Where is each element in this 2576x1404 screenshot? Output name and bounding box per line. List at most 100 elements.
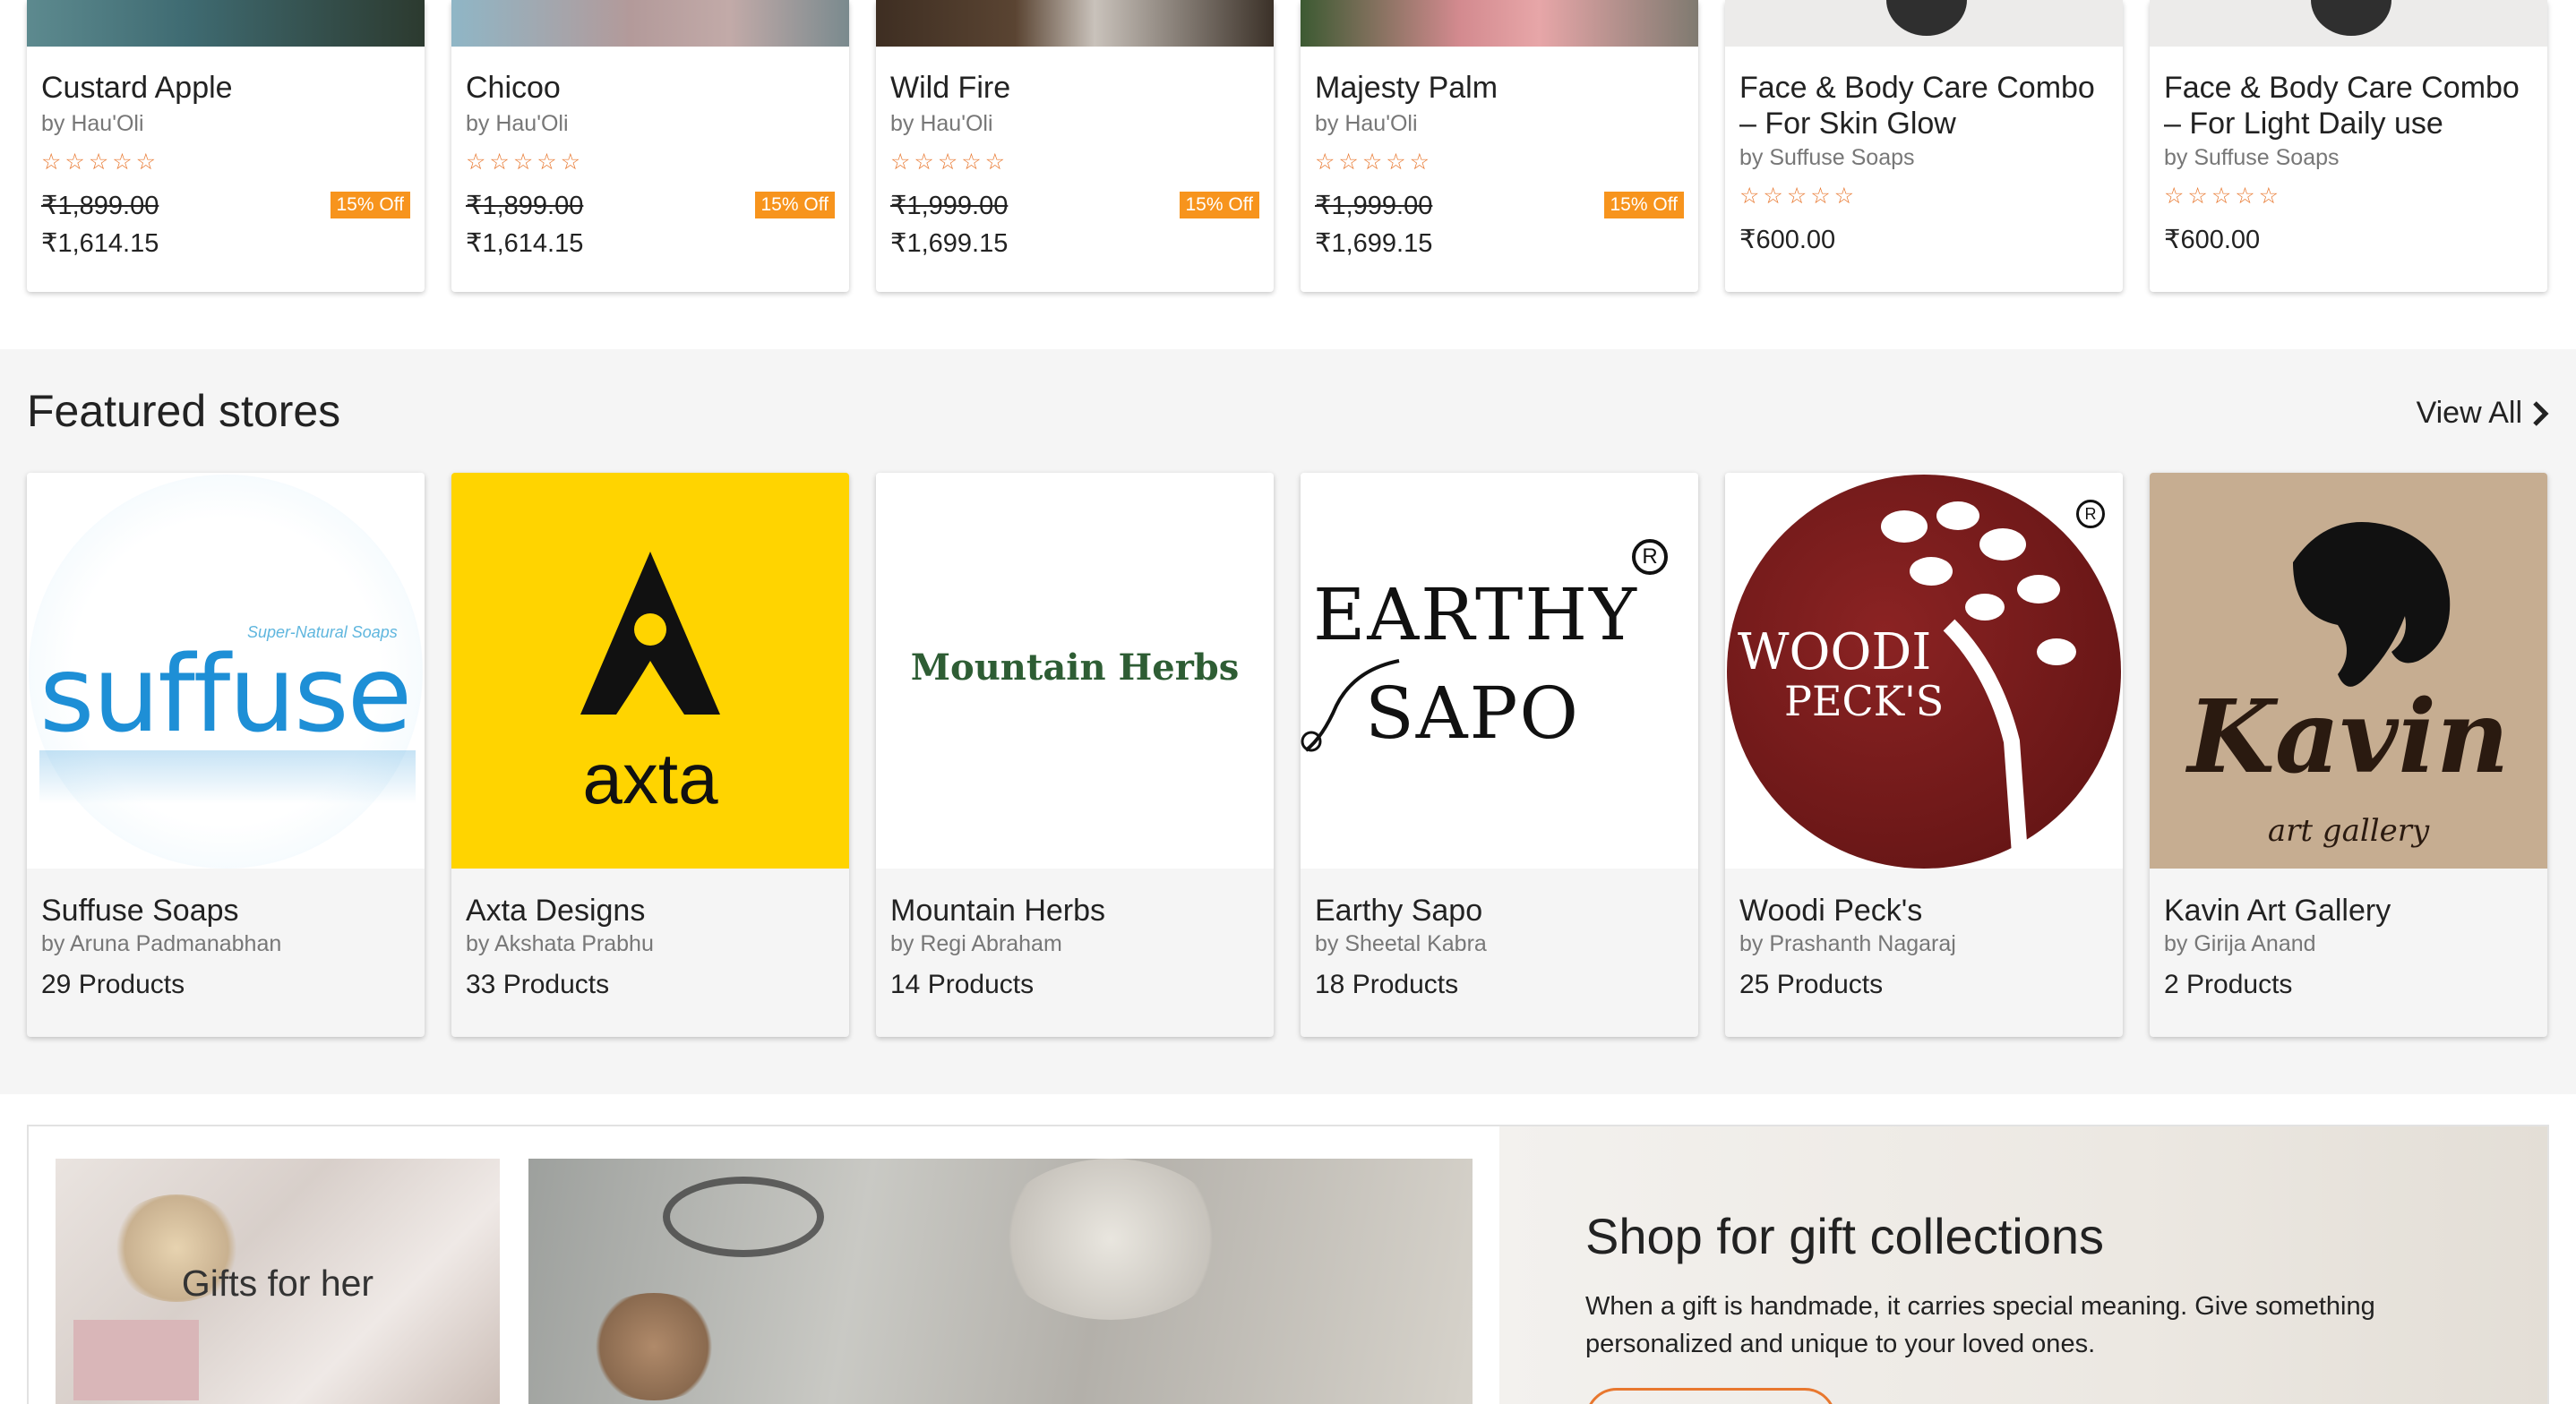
discount-badge: 15% Off (330, 192, 410, 218)
store-logo[interactable]: R WOODI PECK'S (1725, 473, 2123, 869)
store-product-count: 25 Products (1739, 970, 1884, 999)
store-card[interactable]: R EARTHY SAPO Earthy Sapo by Sheetal Kab… (1301, 473, 1698, 1037)
product-image[interactable] (451, 0, 849, 47)
product-name[interactable]: Face & Body Care Combo – For Light Daily… (2164, 70, 2533, 141)
store-card[interactable]: Kavin art gallery Kavin Art Gallery by G… (2150, 473, 2547, 1037)
store-product-count: 33 Products (466, 970, 610, 999)
earthy-logo-line-1: EARTHY (1313, 573, 1638, 656)
product-image[interactable] (1725, 0, 2123, 47)
store-owner: by Girija Anand (2164, 931, 2316, 956)
store-owner: by Akshata Prabhu (466, 931, 654, 956)
store-name[interactable]: Earthy Sapo (1315, 894, 1482, 929)
view-all-label: View All (2416, 396, 2522, 430)
store-logo[interactable]: axta (451, 473, 849, 869)
swirl-icon (1301, 659, 1400, 752)
store-card[interactable]: Mountain Herbs Mountain Herbs by Regi Ab… (876, 473, 1274, 1037)
store-product-count: 18 Products (1315, 970, 1459, 999)
product-price: ₹1,699.15 (1315, 229, 1433, 258)
product-card[interactable]: Chicoo by Hau'Oli ☆☆☆☆☆ ₹1,899.00 15% Of… (451, 0, 849, 292)
rating-stars-icon: ☆☆☆☆☆ (1315, 150, 1434, 175)
product-name-line-2: – For Skin Glow (1739, 107, 1956, 141)
store-product-count: 29 Products (41, 970, 185, 999)
rating-stars-icon: ☆☆☆☆☆ (466, 150, 585, 175)
product-name-line-1: Face & Body Care Combo (1739, 71, 2095, 105)
store-product-count: 14 Products (890, 970, 1035, 999)
suffuse-logo-wordmark: suffuse (39, 632, 412, 756)
gifts-for-her-tile[interactable]: Gifts for her (56, 1159, 500, 1404)
woodi-logo-line-1: WOODI (1738, 623, 1932, 681)
store-card[interactable]: Super-Natural Soaps suffuse Suffuse Soap… (27, 473, 425, 1037)
product-seller[interactable]: by Hau'Oli (41, 111, 144, 137)
product-image[interactable] (2150, 0, 2547, 47)
mountain-herbs-wordmark: Mountain Herbs (910, 646, 1240, 689)
product-name[interactable]: Chicoo (466, 70, 835, 106)
section-title: Featured stores (27, 386, 341, 436)
axta-logo-wordmark: axta (582, 739, 718, 818)
store-name[interactable]: Kavin Art Gallery (2164, 894, 2391, 929)
discount-badge: 15% Off (754, 192, 835, 218)
product-card[interactable]: Majesty Palm by Hau'Oli ☆☆☆☆☆ ₹1,999.00 … (1301, 0, 1698, 292)
product-name[interactable]: Wild Fire (890, 70, 1259, 106)
gift-collections-section: Gifts for her Shop for gift collections … (27, 1125, 2549, 1404)
kavin-logo-wordmark: Kavin (2187, 679, 2510, 796)
gifts-for-her-label: Gifts for her (181, 1263, 374, 1304)
product-mrp: ₹1,999.00 (1315, 192, 1433, 220)
gift-collection-image[interactable] (528, 1159, 1473, 1404)
store-name[interactable]: Axta Designs (466, 894, 645, 929)
product-price: ₹600.00 (1739, 226, 1836, 254)
woodi-logo-line-2: PECK'S (1784, 677, 1945, 725)
product-name-line-2: – For Light Daily use (2164, 107, 2443, 141)
product-card[interactable]: Custard Apple by Hau'Oli ☆☆☆☆☆ ₹1,899.00… (27, 0, 425, 292)
product-mrp: ₹1,899.00 (466, 192, 584, 220)
store-logo[interactable]: Super-Natural Soaps suffuse (27, 473, 425, 869)
store-name[interactable]: Mountain Herbs (890, 894, 1105, 929)
rating-stars-icon: ☆☆☆☆☆ (1739, 184, 1859, 209)
store-owner: by Aruna Padmanabhan (41, 931, 282, 956)
product-card[interactable]: Face & Body Care Combo – For Light Daily… (2150, 0, 2547, 292)
product-card[interactable]: Face & Body Care Combo – For Skin Glow b… (1725, 0, 2123, 292)
store-owner: by Prashanth Nagaraj (1739, 931, 1956, 956)
product-card[interactable]: Wild Fire by Hau'Oli ☆☆☆☆☆ ₹1,999.00 15%… (876, 0, 1274, 292)
product-name[interactable]: Majesty Palm (1315, 70, 1684, 106)
gift-collections-description: When a gift is handmade, it carries spec… (1585, 1292, 2375, 1358)
registered-icon: R (1632, 539, 1668, 575)
gift-collections-banner: Shop for gift collections When a gift is… (1499, 1126, 2547, 1404)
elephant-icon (2293, 522, 2451, 687)
product-image[interactable] (1301, 0, 1698, 47)
product-seller[interactable]: by Hau'Oli (1315, 111, 1418, 137)
store-logo[interactable]: Mountain Herbs (876, 473, 1274, 869)
product-name[interactable]: Face & Body Care Combo – For Skin Glow (1739, 70, 2108, 141)
product-price: ₹1,699.15 (890, 229, 1009, 258)
store-name[interactable]: Suffuse Soaps (41, 894, 239, 929)
product-image[interactable] (876, 0, 1274, 47)
product-name-line-1: Face & Body Care Combo (2164, 71, 2520, 105)
product-price: ₹1,614.15 (41, 229, 159, 258)
kavin-logo-subtitle: art gallery (2267, 813, 2430, 849)
shop-gift-collections-button[interactable] (1585, 1388, 1836, 1404)
registered-icon: R (2076, 500, 2105, 528)
store-product-count: 2 Products (2164, 970, 2293, 999)
store-logo[interactable]: R EARTHY SAPO (1301, 473, 1698, 869)
product-image[interactable] (27, 0, 425, 47)
chevron-right-icon (2533, 400, 2549, 426)
product-mrp: ₹1,999.00 (890, 192, 1009, 220)
featured-stores-section: Featured stores View All Super-Natural S… (0, 349, 2576, 1094)
store-card[interactable]: R WOODI PECK'S Woodi Peck's by Prashanth… (1725, 473, 2123, 1037)
product-price: ₹1,614.15 (466, 229, 584, 258)
discount-badge: 15% Off (1179, 192, 1259, 218)
product-seller[interactable]: by Suffuse Soaps (1739, 145, 1915, 171)
product-seller[interactable]: by Hau'Oli (466, 111, 569, 137)
store-logo[interactable]: Kavin art gallery (2150, 473, 2547, 869)
product-seller[interactable]: by Suffuse Soaps (2164, 145, 2340, 171)
discount-badge: 15% Off (1603, 192, 1684, 218)
product-name[interactable]: Custard Apple (41, 70, 410, 106)
store-name[interactable]: Woodi Peck's (1739, 894, 1922, 929)
product-price: ₹600.00 (2164, 226, 2261, 254)
view-all-link[interactable]: View All (2417, 396, 2549, 431)
product-row: Custard Apple by Hau'Oli ☆☆☆☆☆ ₹1,899.00… (0, 0, 2576, 349)
rating-stars-icon: ☆☆☆☆☆ (41, 150, 160, 175)
gift-collections-title: Shop for gift collections (1585, 1208, 2104, 1264)
store-card[interactable]: axta Axta Designs by Akshata Prabhu 33 P… (451, 473, 849, 1037)
product-seller[interactable]: by Hau'Oli (890, 111, 993, 137)
store-owner: by Regi Abraham (890, 931, 1062, 956)
